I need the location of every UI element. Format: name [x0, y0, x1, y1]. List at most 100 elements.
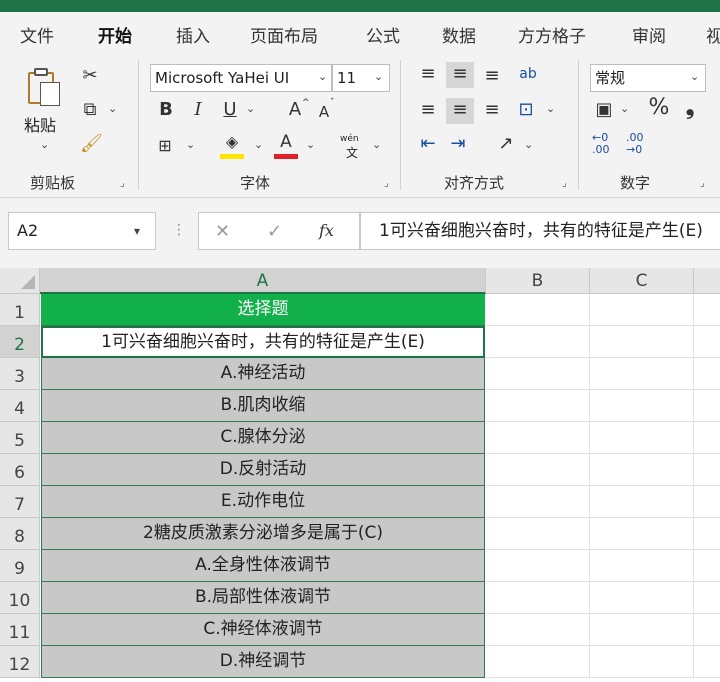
table-cell[interactable]: A.全身性体液调节 — [41, 550, 485, 582]
underline-dropdown-icon[interactable]: ⌄ — [246, 102, 255, 115]
table-cell[interactable]: 选择题 — [41, 294, 485, 326]
empty-cell[interactable] — [694, 646, 720, 678]
name-box-dropdown-icon[interactable]: ▾ — [134, 224, 140, 238]
empty-cell[interactable] — [486, 582, 590, 614]
empty-cell[interactable] — [590, 518, 694, 550]
row-header[interactable]: 9 — [0, 550, 40, 582]
font-color-dropdown-icon[interactable]: ⌄ — [306, 138, 315, 151]
row-header[interactable]: 11 — [0, 614, 40, 646]
row-header[interactable]: 5 — [0, 422, 40, 454]
more-options-icon[interactable]: ⋮ — [172, 222, 186, 238]
empty-cell[interactable] — [486, 614, 590, 646]
empty-cell[interactable] — [590, 614, 694, 646]
empty-cell[interactable] — [590, 582, 694, 614]
empty-cell[interactable] — [590, 550, 694, 582]
merge-dropdown-icon[interactable]: ⌄ — [546, 102, 555, 115]
font-name-dropdown-icon[interactable]: ⌄ — [318, 70, 327, 83]
copy-dropdown-icon[interactable]: ⌄ — [108, 102, 117, 115]
italic-button[interactable]: I — [188, 100, 208, 120]
insert-function-icon[interactable]: fx — [319, 221, 334, 240]
number-format-dropdown-icon[interactable]: ⌄ — [690, 70, 699, 83]
empty-cell[interactable] — [590, 646, 694, 678]
paste-button-label[interactable]: 粘贴 — [24, 112, 56, 136]
empty-cell[interactable] — [486, 486, 590, 518]
align-middle-icon[interactable]: ≡ — [446, 62, 474, 88]
paste-icon[interactable] — [24, 66, 64, 108]
row-header[interactable]: 3 — [0, 358, 40, 390]
increase-decimal-icon[interactable]: ←0.00 — [592, 132, 622, 156]
orientation-icon[interactable]: ↗ — [494, 134, 518, 154]
empty-cell[interactable] — [486, 390, 590, 422]
row-header[interactable]: 2 — [0, 326, 40, 358]
bold-button[interactable]: B — [156, 100, 176, 120]
tab-home[interactable]: 开始 — [98, 22, 132, 47]
empty-cell[interactable] — [590, 358, 694, 390]
orientation-dropdown-icon[interactable]: ⌄ — [524, 138, 533, 151]
column-header-c[interactable]: C — [590, 268, 694, 294]
empty-cell[interactable] — [486, 646, 590, 678]
font-name-select[interactable]: Microsoft YaHei UI — [150, 64, 332, 92]
cancel-entry-icon[interactable]: ✕ — [215, 221, 230, 242]
table-cell[interactable]: E.动作电位 — [41, 486, 485, 518]
empty-cell[interactable] — [694, 326, 720, 358]
phonetic-icon[interactable]: 文 — [346, 144, 358, 161]
table-cell[interactable]: B.局部性体液调节 — [41, 582, 485, 614]
currency-icon[interactable]: ▣ — [592, 100, 616, 120]
column-header-d[interactable] — [694, 268, 720, 294]
copy-icon[interactable]: ⧉ — [80, 100, 100, 120]
formula-input[interactable]: 1可兴奋细胞兴奋时，共有的特征是产生(E) — [360, 212, 720, 250]
table-cell[interactable]: B.肌肉收缩 — [41, 390, 485, 422]
empty-cell[interactable] — [694, 390, 720, 422]
font-size-dropdown-icon[interactable]: ⌄ — [374, 70, 383, 83]
row-header[interactable]: 8 — [0, 518, 40, 550]
empty-cell[interactable] — [486, 326, 590, 358]
table-cell[interactable]: D.反射活动 — [41, 454, 485, 486]
empty-cell[interactable] — [694, 518, 720, 550]
decrease-decimal-icon[interactable]: .00 →0 — [626, 132, 656, 156]
borders-icon[interactable]: ⊞ — [154, 136, 176, 156]
number-launcher-icon[interactable]: ⌟ — [700, 178, 705, 189]
empty-cell[interactable] — [590, 422, 694, 454]
fill-color-icon[interactable]: ◈ — [222, 132, 242, 152]
row-header[interactable]: 10 — [0, 582, 40, 614]
align-right-icon[interactable]: ≡ — [480, 100, 504, 120]
empty-cell[interactable] — [590, 294, 694, 326]
table-cell[interactable]: C.神经体液调节 — [41, 614, 485, 646]
merge-center-icon[interactable]: ⊡ — [514, 100, 538, 120]
cut-icon[interactable]: ✂ — [80, 66, 100, 86]
empty-cell[interactable] — [694, 550, 720, 582]
borders-dropdown-icon[interactable]: ⌄ — [186, 138, 195, 151]
tab-insert[interactable]: 插入 — [176, 22, 210, 47]
tab-page-layout[interactable]: 页面布局 — [250, 22, 318, 47]
tab-fangfang[interactable]: 方方格子 — [518, 22, 586, 47]
align-top-icon[interactable]: ≡ — [416, 64, 440, 84]
empty-cell[interactable] — [486, 294, 590, 326]
increase-indent-icon[interactable]: ⇥ — [446, 134, 470, 154]
alignment-launcher-icon[interactable]: ⌟ — [562, 178, 567, 189]
empty-cell[interactable] — [486, 358, 590, 390]
format-painter-icon[interactable]: 🖌 — [80, 134, 103, 154]
tab-view[interactable]: 视 — [706, 22, 720, 47]
row-header[interactable]: 1 — [0, 294, 40, 326]
empty-cell[interactable] — [694, 582, 720, 614]
empty-cell[interactable] — [486, 454, 590, 486]
row-header[interactable]: 6 — [0, 454, 40, 486]
empty-cell[interactable] — [590, 486, 694, 518]
table-cell[interactable]: C.腺体分泌 — [41, 422, 485, 454]
phonetic-dropdown-icon[interactable]: ⌄ — [372, 138, 381, 151]
empty-cell[interactable] — [590, 326, 694, 358]
column-header-b[interactable]: B — [486, 268, 590, 294]
tab-data[interactable]: 数据 — [442, 22, 476, 47]
empty-cell[interactable] — [694, 486, 720, 518]
align-bottom-icon[interactable]: ≡ — [480, 66, 504, 86]
row-header[interactable]: 12 — [0, 646, 40, 678]
confirm-entry-icon[interactable]: ✓ — [267, 221, 282, 242]
paste-dropdown-icon[interactable]: ⌄ — [40, 138, 49, 151]
row-header[interactable]: 4 — [0, 390, 40, 422]
table-cell[interactable]: 2糖皮质激素分泌增多是属于(C) — [41, 518, 485, 550]
comma-button[interactable]: ❟ — [680, 97, 700, 119]
empty-cell[interactable] — [694, 422, 720, 454]
tab-review[interactable]: 审阅 — [632, 22, 666, 47]
empty-cell[interactable] — [486, 550, 590, 582]
decrease-indent-icon[interactable]: ⇤ — [416, 134, 440, 154]
